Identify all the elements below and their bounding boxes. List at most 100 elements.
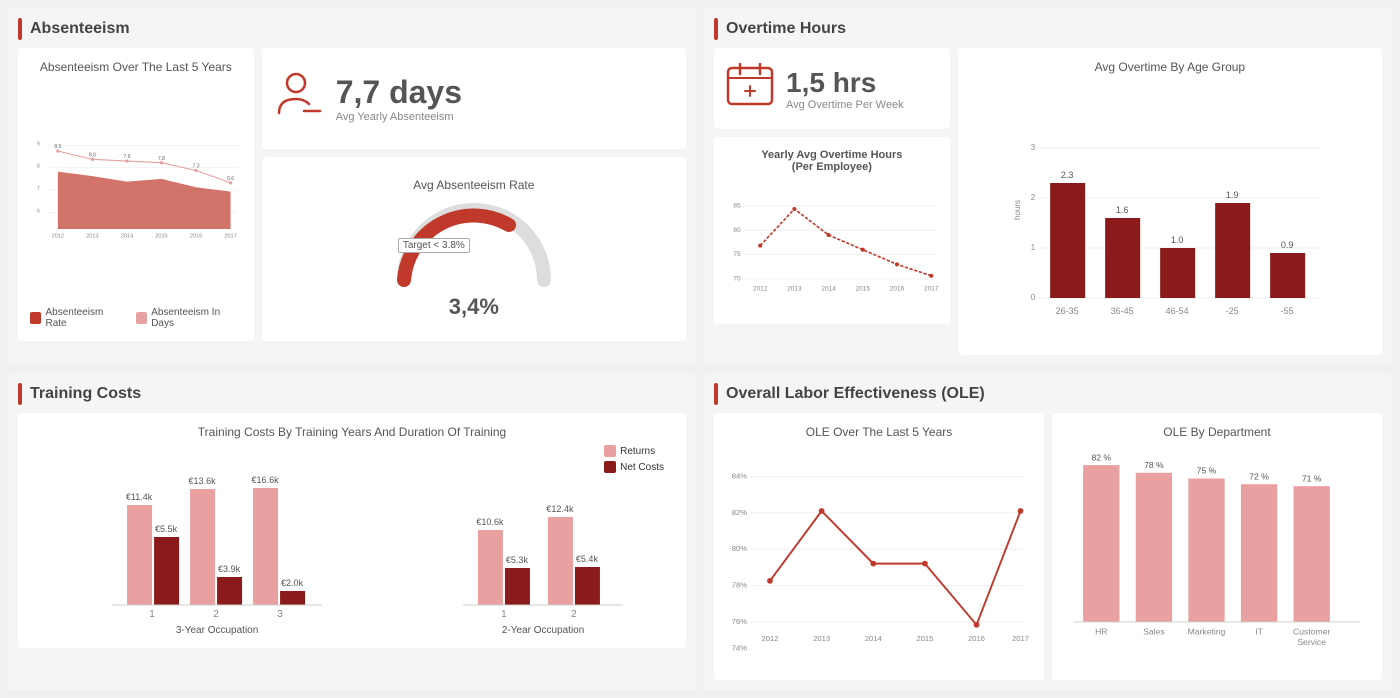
ot-yearly-card: Yearly Avg Overtime Hours (Per Employee)… — [714, 137, 950, 324]
ole-bar-svg: 82 % 78 % 75 % 72 % 71 % HR — [1064, 445, 1370, 665]
svg-text:€5.5k: €5.5k — [155, 524, 178, 534]
svg-text:74%: 74% — [732, 644, 747, 653]
svg-text:1: 1 — [1030, 243, 1035, 252]
three-year-svg: €11.4k €5.5k €13.6k €3.9k €16.6k €2.0k — [30, 445, 404, 625]
abs-legend-rate: Absenteeism Rate — [30, 307, 124, 329]
ot-age-card: Avg Overtime By Age Group hours 0 1 2 3 — [958, 48, 1382, 355]
svg-text:€10.6k: €10.6k — [477, 517, 505, 527]
age-chart-svg: hours 0 1 2 3 2.3 1 — [970, 80, 1370, 340]
svg-text:2015: 2015 — [856, 285, 871, 292]
dashboard: Absenteeism 7,7 days Avg Yearly Absentee… — [0, 0, 1400, 698]
ole-section: Overall Labor Effectiveness (OLE) OLE Ov… — [704, 373, 1392, 690]
ole-accent — [714, 383, 718, 405]
svg-text:3: 3 — [1030, 143, 1035, 152]
absenteeism-body: 7,7 days Avg Yearly Absenteeism Absentee… — [18, 48, 686, 341]
overtime-header: Overtime Hours — [714, 18, 1382, 40]
svg-text:7.3: 7.3 — [193, 164, 200, 170]
ole-bar-card: OLE By Department 82 % 78 % 75 % 72 % — [1052, 413, 1382, 680]
svg-text:76%: 76% — [732, 617, 747, 626]
svg-text:8: 8 — [37, 164, 40, 170]
person-minus-icon — [274, 69, 324, 128]
net-color — [604, 461, 616, 473]
svg-text:9: 9 — [37, 141, 40, 147]
svg-text:2013: 2013 — [86, 233, 98, 239]
legend-returns: Returns — [604, 445, 664, 457]
svg-text:82%: 82% — [732, 508, 747, 517]
training-chart-title: Training Costs By Training Years And Dur… — [30, 425, 674, 439]
overtime-accent — [714, 18, 718, 40]
svg-text:85: 85 — [733, 202, 741, 209]
returns-label: Returns — [620, 446, 655, 457]
svg-text:1: 1 — [149, 609, 155, 620]
svg-text:2015: 2015 — [916, 634, 933, 643]
svg-text:2: 2 — [1030, 193, 1035, 202]
svg-text:7.8: 7.8 — [158, 156, 165, 162]
ot-value: 1,5 hrs — [786, 67, 904, 99]
age-chart-title: Avg Overtime By Age Group — [970, 60, 1370, 74]
svg-text:Marketing: Marketing — [1188, 626, 1226, 636]
svg-text:2014: 2014 — [821, 285, 836, 292]
ole-body: OLE Over The Last 5 Years 84% 82% 80% 78… — [714, 413, 1382, 680]
absenteeism-section: Absenteeism 7,7 days Avg Yearly Absentee… — [8, 8, 696, 365]
training-legend: Returns Net Costs — [604, 445, 664, 473]
ot-label: Avg Overtime Per Week — [786, 99, 904, 111]
svg-text:2017: 2017 — [224, 233, 236, 239]
svg-text:0.9: 0.9 — [1281, 240, 1294, 250]
svg-text:2.7%: 2.7% — [225, 185, 237, 191]
svg-text:€12.4k: €12.4k — [547, 504, 575, 514]
svg-text:€16.6k: €16.6k — [252, 475, 280, 485]
svg-text:3.6%: 3.6% — [156, 172, 168, 178]
absenteeism-title: Absenteeism — [30, 20, 130, 38]
net-label: Net Costs — [620, 462, 664, 473]
svg-text:70: 70 — [733, 276, 741, 283]
three-year-label: 3-Year Occupation — [176, 625, 258, 636]
svg-text:84%: 84% — [732, 472, 747, 481]
svg-text:€5.3k: €5.3k — [506, 555, 529, 565]
ole-header: Overall Labor Effectiveness (OLE) — [714, 383, 1382, 405]
abs-legend: Absenteeism Rate Absenteeism In Days — [30, 307, 242, 329]
training-title: Training Costs — [30, 385, 141, 403]
svg-text:-25: -25 — [1225, 306, 1238, 316]
svg-text:75 %: 75 % — [1197, 466, 1217, 476]
overtime-section: Overtime Hours — [704, 8, 1392, 365]
ole-line-title: OLE Over The Last 5 Years — [726, 425, 1032, 439]
ole-title: Overall Labor Effectiveness (OLE) — [726, 385, 985, 403]
svg-text:HR: HR — [1095, 626, 1107, 636]
svg-text:82 %: 82 % — [1091, 452, 1111, 462]
training-accent — [18, 383, 22, 405]
svg-text:IT: IT — [1255, 626, 1263, 636]
svg-text:1.6: 1.6 — [1116, 205, 1129, 215]
svg-text:80: 80 — [733, 227, 741, 234]
svg-text:2015: 2015 — [155, 233, 167, 239]
svg-text:7.9: 7.9 — [123, 154, 130, 160]
svg-text:3.8%: 3.8% — [87, 169, 99, 175]
svg-text:2: 2 — [571, 609, 577, 620]
svg-text:2016: 2016 — [190, 233, 202, 239]
svg-text:4.1%: 4.1% — [52, 165, 64, 171]
svg-text:€2.0k: €2.0k — [281, 578, 304, 588]
svg-text:2012: 2012 — [753, 285, 768, 292]
ole-line-svg: 84% 82% 80% 78% 76% 74% — [726, 445, 1032, 665]
svg-text:2016: 2016 — [890, 285, 905, 292]
svg-text:80%: 80% — [732, 544, 747, 553]
svg-text:-55: -55 — [1280, 306, 1293, 316]
svg-text:6.6: 6.6 — [227, 176, 234, 182]
absenteeism-accent — [18, 18, 22, 40]
svg-text:2017: 2017 — [924, 285, 938, 292]
overtime-title: Overtime Hours — [726, 20, 846, 38]
svg-text:75: 75 — [733, 251, 741, 258]
ole-bar-title: OLE By Department — [1064, 425, 1370, 439]
ot-stat-card: 1,5 hrs Avg Overtime Per Week — [714, 48, 950, 129]
svg-text:8.6: 8.6 — [54, 144, 61, 150]
abs-days-color — [136, 312, 147, 324]
gauge-title: Avg Absenteeism Rate — [413, 178, 534, 192]
abs-label: Avg Yearly Absenteeism — [336, 111, 462, 123]
svg-text:€13.6k: €13.6k — [189, 476, 217, 486]
svg-text:78%: 78% — [732, 581, 747, 590]
ole-line-card: OLE Over The Last 5 Years 84% 82% 80% 78… — [714, 413, 1044, 680]
abs-chart-title: Absenteeism Over The Last 5 Years — [30, 60, 242, 74]
svg-text:2.3: 2.3 — [1061, 170, 1074, 180]
abs-gauge-card: Avg Absenteeism Rate Target < 3.8% 3,4% — [262, 157, 686, 341]
training-header: Training Costs — [18, 383, 686, 405]
svg-text:2014: 2014 — [121, 233, 133, 239]
